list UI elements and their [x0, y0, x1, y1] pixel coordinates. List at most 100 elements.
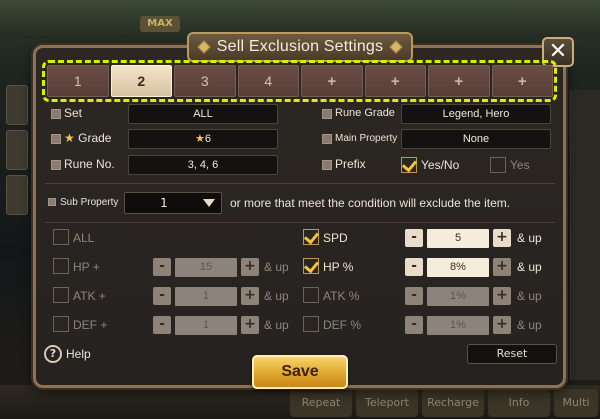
- stat-spd-label: SPD: [323, 231, 348, 245]
- save-button[interactable]: Save: [252, 355, 348, 389]
- spd-increment-button[interactable]: +: [493, 229, 511, 247]
- set-checkbox[interactable]: [51, 109, 61, 119]
- stat-def-percent-checkbox[interactable]: [303, 316, 319, 332]
- hp-percent-increment-button[interactable]: +: [493, 258, 511, 276]
- atk-flat-suffix: & up: [264, 289, 289, 303]
- sub-property-checkbox[interactable]: [48, 198, 56, 206]
- main-property-checkbox[interactable]: [322, 134, 332, 144]
- grade-value-star-icon: ★: [195, 133, 205, 145]
- atk-flat-increment-button[interactable]: +: [241, 287, 259, 305]
- background-side-button: [6, 130, 28, 170]
- section-divider: [45, 183, 555, 184]
- atk-flat-value[interactable]: 1: [175, 287, 237, 306]
- max-badge: MAX: [140, 16, 180, 32]
- set-field[interactable]: ALL: [128, 104, 278, 124]
- spd-decrement-button[interactable]: -: [405, 229, 423, 247]
- grade-field[interactable]: ★6: [128, 129, 278, 149]
- rune-grade-label: Rune Grade: [335, 107, 395, 119]
- atk-percent-value[interactable]: 1%: [427, 287, 489, 306]
- tab-preset-1[interactable]: 1: [47, 65, 109, 97]
- rune-no-label: Rune No.: [64, 157, 115, 171]
- stat-hp-percent-label: HP %: [323, 260, 354, 274]
- grade-checkbox[interactable]: [51, 134, 61, 144]
- stat-all-checkbox[interactable]: [53, 229, 69, 245]
- background-right-panel: [570, 90, 600, 380]
- stat-def-flat-checkbox[interactable]: [53, 316, 69, 332]
- atk-percent-suffix: & up: [517, 289, 542, 303]
- tab-preset-4[interactable]: 4: [237, 65, 299, 97]
- stat-hp-flat-label: HP +: [73, 260, 100, 274]
- prefix-yes-no-checkbox[interactable]: [401, 157, 417, 173]
- chevron-down-icon: [203, 199, 215, 207]
- hp-flat-suffix: & up: [264, 260, 289, 274]
- atk-flat-decrement-button[interactable]: -: [153, 287, 171, 305]
- def-percent-suffix: & up: [517, 318, 542, 332]
- stat-atk-percent-checkbox[interactable]: [303, 287, 319, 303]
- tab-add-preset[interactable]: +: [301, 65, 363, 97]
- stat-atk-flat-label: ATK +: [73, 289, 106, 303]
- rune-grade-field[interactable]: Legend, Hero: [401, 104, 551, 124]
- grade-value: 6: [204, 133, 211, 145]
- prefix-yes-checkbox[interactable]: [490, 157, 506, 173]
- rune-no-field[interactable]: 3, 4, 6: [128, 155, 278, 175]
- background-repeat-battle-button: Repeat Battle: [290, 389, 352, 417]
- rune-no-checkbox[interactable]: [51, 160, 61, 170]
- spd-value[interactable]: 5: [427, 229, 489, 248]
- rune-grade-checkbox[interactable]: [322, 109, 332, 119]
- section-divider: [45, 222, 555, 223]
- tab-preset-3[interactable]: 3: [174, 65, 236, 97]
- sub-property-condition-text: or more that meet the condition will exc…: [230, 196, 511, 210]
- dialog-title: Sell Exclusion Settings: [216, 38, 384, 55]
- def-flat-suffix: & up: [264, 318, 289, 332]
- stat-hp-percent-checkbox[interactable]: [303, 258, 319, 274]
- hp-flat-value[interactable]: 15: [175, 258, 237, 277]
- prefix-checkbox[interactable]: [322, 160, 332, 170]
- help-icon[interactable]: ?: [44, 345, 62, 363]
- stat-def-flat-label: DEF +: [73, 318, 108, 332]
- def-flat-increment-button[interactable]: +: [241, 316, 259, 334]
- sub-property-count: 1: [160, 196, 168, 210]
- main-property-field[interactable]: None: [401, 129, 551, 149]
- stat-spd-checkbox[interactable]: [303, 229, 319, 245]
- def-flat-value[interactable]: 1: [175, 316, 237, 335]
- sub-property-label: Sub Property: [60, 197, 119, 208]
- tab-preset-2[interactable]: 2: [110, 65, 172, 97]
- spd-suffix: & up: [517, 231, 542, 245]
- atk-percent-increment-button[interactable]: +: [493, 287, 511, 305]
- def-percent-value[interactable]: 1%: [427, 316, 489, 335]
- stat-atk-flat-checkbox[interactable]: [53, 287, 69, 303]
- prefix-yes-label: Yes: [510, 158, 530, 172]
- hp-percent-value[interactable]: 8%: [427, 258, 489, 277]
- grade-star-icon: ★: [64, 131, 75, 145]
- def-percent-decrement-button[interactable]: -: [405, 316, 423, 334]
- preset-tabs: 1 2 3 4 + + + +: [47, 65, 553, 97]
- help-label[interactable]: Help: [66, 347, 91, 361]
- background-side-button: [6, 85, 28, 125]
- background-teleport-button: Teleport: [356, 389, 418, 417]
- atk-percent-decrement-button[interactable]: -: [405, 287, 423, 305]
- grade-label-group: ★ Grade: [64, 131, 111, 145]
- reset-button[interactable]: Reset: [467, 344, 557, 364]
- title-diamond-icon: [389, 39, 404, 55]
- hp-percent-decrement-button[interactable]: -: [405, 258, 423, 276]
- hp-flat-decrement-button[interactable]: -: [153, 258, 171, 276]
- title-diamond-icon: [196, 39, 211, 55]
- main-property-label: Main Property: [335, 133, 398, 144]
- def-percent-increment-button[interactable]: +: [493, 316, 511, 334]
- prefix-yes-no-label: Yes/No: [421, 158, 460, 172]
- sub-property-count-dropdown[interactable]: 1: [124, 192, 222, 214]
- background-side-button: [6, 175, 28, 215]
- hp-percent-suffix: & up: [517, 260, 542, 274]
- tab-add-preset[interactable]: +: [364, 65, 426, 97]
- tab-add-preset[interactable]: +: [428, 65, 490, 97]
- def-flat-decrement-button[interactable]: -: [153, 316, 171, 334]
- set-label: Set: [64, 106, 83, 120]
- tab-add-preset[interactable]: +: [491, 65, 553, 97]
- stat-hp-flat-checkbox[interactable]: [53, 258, 69, 274]
- background-info-button: Info: [488, 389, 550, 417]
- stat-atk-percent-label: ATK %: [323, 289, 360, 303]
- background-recharge-button: Recharge: [422, 389, 484, 417]
- prefix-label: Prefix: [335, 157, 366, 171]
- hp-flat-increment-button[interactable]: +: [241, 258, 259, 276]
- stat-all-label: ALL: [73, 231, 95, 245]
